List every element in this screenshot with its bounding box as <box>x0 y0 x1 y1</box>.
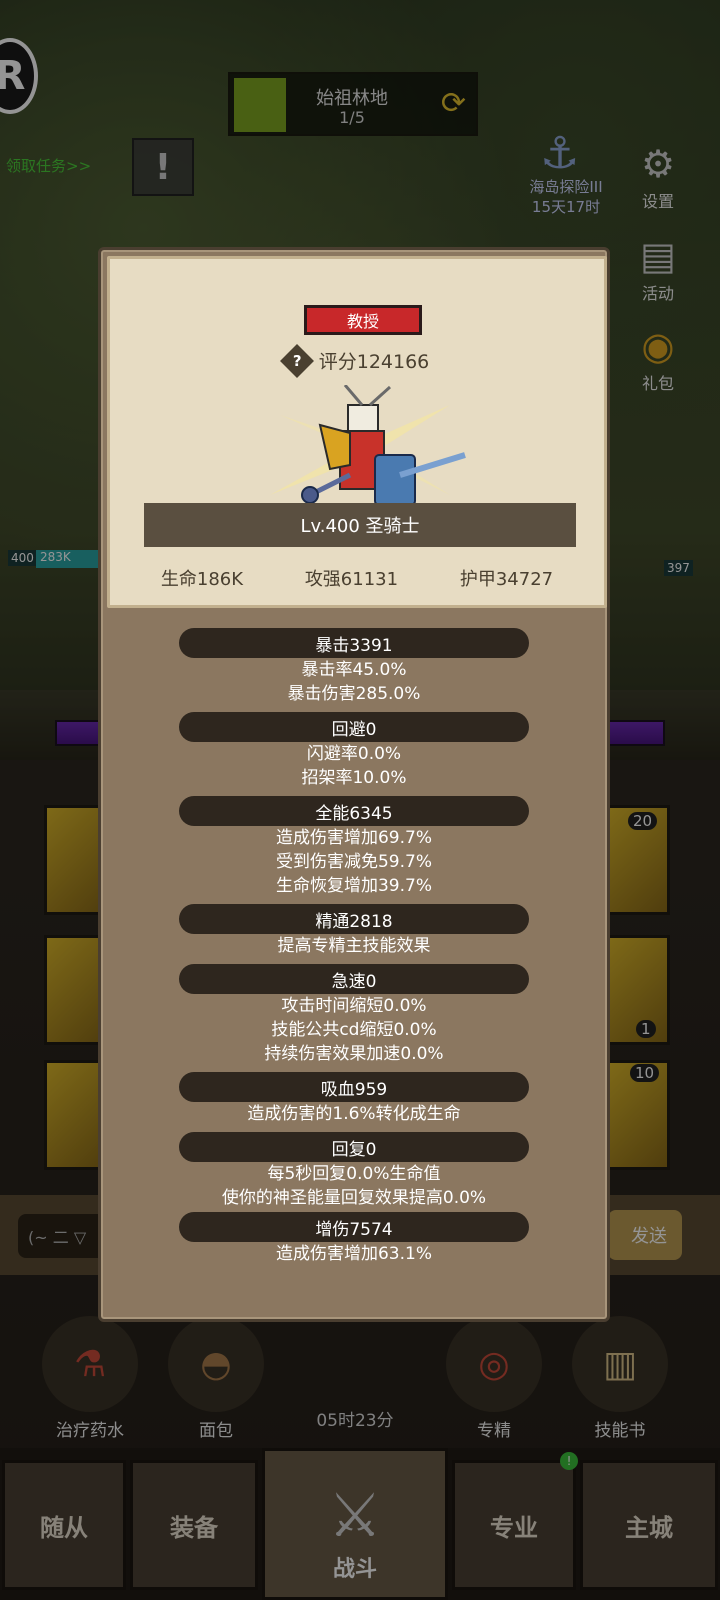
stat-attack-power: 攻强61131 <box>304 569 399 590</box>
attribute-damage-increase: 增伤7574 造成伤害增加63.1% <box>101 1212 607 1266</box>
attribute-detail: 招架率10.0% <box>301 768 407 788</box>
attribute-detail: 提高专精主技能效果 <box>277 936 431 956</box>
score-value: 评分124166 <box>318 351 430 373</box>
attribute-header: 全能6345 <box>179 796 529 826</box>
attribute-mastery: 精通2818 提高专精主技能效果 <box>101 904 607 958</box>
attribute-detail: 受到伤害减免59.7% <box>275 852 432 872</box>
attribute-crit: 暴击3391 暴击率45.0% 暴击伤害285.0% <box>101 628 607 706</box>
attribute-avoidance: 回避0 闪避率0.0% 招架率10.0% <box>101 712 607 790</box>
attribute-detail: 暴击率45.0% <box>301 660 407 680</box>
attribute-detail: 闪避率0.0% <box>306 744 402 764</box>
help-icon[interactable]: ? <box>279 343 314 378</box>
character-title-badge: 教授 <box>304 305 422 335</box>
attribute-detail: 攻击时间缩短0.0% <box>281 996 427 1016</box>
attribute-detail: 造成伤害增加63.1% <box>275 1244 432 1264</box>
attribute-detail: 使你的神圣能量回复效果提高0.0% <box>221 1188 487 1208</box>
score-row: ? 评分124166 <box>110 343 604 378</box>
character-summary-panel: 教授 ? 评分124166 Lv.400 圣骑士 生命186K 攻强61131 … <box>107 256 607 608</box>
attribute-recovery: 回复0 每5秒回复0.0%生命值 使你的神圣能量回复效果提高0.0% <box>101 1132 607 1210</box>
character-stats-modal: 教授 ? 评分124166 Lv.400 圣骑士 生命186K 攻强61131 … <box>98 247 610 1322</box>
attribute-detail: 造成伤害的1.6%转化成生命 <box>247 1104 461 1124</box>
attribute-detail: 造成伤害增加69.7% <box>275 828 432 848</box>
attribute-header: 急速0 <box>179 964 529 994</box>
attribute-detail: 持续伤害效果加速0.0% <box>264 1044 444 1064</box>
paladin-portrait <box>270 385 466 506</box>
attribute-header: 回复0 <box>179 1132 529 1162</box>
stat-hp: 生命186K <box>160 569 244 590</box>
attribute-detail: 暴击伤害285.0% <box>287 684 421 704</box>
attribute-header: 暴击3391 <box>179 628 529 658</box>
attribute-header: 回避0 <box>179 712 529 742</box>
attribute-detail: 技能公共cd缩短0.0% <box>271 1020 437 1040</box>
attribute-haste: 急速0 攻击时间缩短0.0% 技能公共cd缩短0.0% 持续伤害效果加速0.0% <box>101 964 607 1066</box>
attribute-versatility: 全能6345 造成伤害增加69.7% 受到伤害减免59.7% 生命恢复增加39.… <box>101 796 607 898</box>
level-class-banner: Lv.400 圣骑士 <box>144 503 576 547</box>
attribute-header: 增伤7574 <box>179 1212 529 1242</box>
attribute-header: 精通2818 <box>179 904 529 934</box>
attribute-leech: 吸血959 造成伤害的1.6%转化成生命 <box>101 1072 607 1126</box>
primary-stats-row: 生命186K 攻强61131 护甲34727 <box>110 565 604 591</box>
attribute-detail: 生命恢复增加39.7% <box>275 876 432 896</box>
attribute-header: 吸血959 <box>179 1072 529 1102</box>
stat-armor: 护甲34727 <box>459 569 554 590</box>
attribute-detail: 每5秒回复0.0%生命值 <box>267 1164 441 1184</box>
